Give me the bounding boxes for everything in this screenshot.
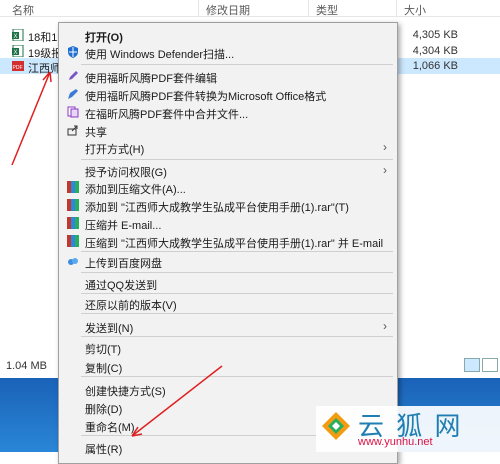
context-menu: 打开(O) 使用 Windows Defender扫描... 使用福昕风腾PDF… [58, 22, 398, 464]
menu-item-label: 上传到百度网盘 [85, 258, 162, 270]
menu-item-label: 剪切(T) [85, 344, 122, 356]
menu-item-send-via-qq[interactable]: 通过QQ发送到 [59, 273, 397, 293]
menu-item-baidu-upload[interactable]: 上传到百度网盘 [59, 251, 397, 271]
menu-separator [81, 64, 393, 65]
menu-item-defender-scan[interactable]: 使用 Windows Defender扫描... [59, 42, 397, 62]
submenu-chevron-icon: › [383, 163, 387, 177]
share-icon [67, 125, 78, 136]
menu-item-label: 属性(R) [85, 444, 123, 456]
menu-item-label: 还原以前的版本(V) [85, 300, 177, 312]
menu-item-label: 复制(C) [85, 363, 123, 375]
menu-item-label: 打开方式(H) [85, 144, 145, 156]
annotation-arrow-file [11, 71, 51, 166]
menu-item-label: 压缩到 "江西师大成教学生弘成平台使用手册(1).rar" 并 E-mail [85, 238, 384, 250]
file-size: 4,305 KB [412, 29, 458, 41]
cloud-icon [68, 258, 78, 265]
winrar-icon [67, 199, 79, 211]
menu-item-compress-email[interactable]: 压缩并 E-mail... [59, 213, 397, 233]
file-size: 1,066 KB [412, 60, 458, 72]
large-icons-view-button[interactable] [482, 358, 498, 372]
menu-item-create-shortcut[interactable]: 创建快捷方式(S) [59, 379, 397, 399]
excel-icon: X [12, 29, 24, 41]
menu-item-foxit-merge[interactable]: 在福昕风腾PDF套件中合并文件... [59, 102, 397, 122]
column-divider [308, 0, 309, 16]
watermark-logo-icon [322, 412, 350, 440]
pdf-icon: PDF [12, 61, 24, 71]
merge-icon [67, 106, 79, 118]
convert-icon [68, 89, 78, 99]
watermark: 云 狐 网 www.yunhu.net [316, 406, 500, 452]
svg-text:X: X [14, 50, 18, 56]
column-size[interactable]: 大小 [404, 2, 426, 18]
svg-text:X: X [14, 34, 18, 40]
status-selected-size: 1.04 MB [6, 360, 47, 372]
menu-separator [81, 313, 393, 314]
submenu-chevron-icon: › [383, 140, 387, 154]
column-type[interactable]: 类型 [316, 2, 338, 18]
column-name[interactable]: 名称 [12, 2, 34, 18]
column-header: 名称 修改日期 类型 大小 [0, 0, 500, 17]
winrar-icon [67, 217, 79, 229]
menu-item-cut[interactable]: 剪切(T) [59, 337, 397, 357]
menu-item-label: 重命名(M) [85, 422, 135, 434]
menu-item-compress-rar-email[interactable]: 压缩到 "江西师大成教学生弘成平台使用手册(1).rar" 并 E-mail [59, 231, 397, 251]
column-divider [396, 0, 397, 16]
menu-item-send-to[interactable]: 发送到(N) › [59, 316, 397, 336]
winrar-icon [67, 235, 79, 247]
menu-item-add-to-rar[interactable]: 添加到 "江西师大成教学生弘成平台使用手册(1).rar"(T) [59, 195, 397, 215]
details-view-button[interactable] [464, 358, 480, 372]
menu-item-label: 发送到(N) [85, 323, 134, 335]
menu-item-foxit-convert[interactable]: 使用福昕风腾PDF套件转换为Microsoft Office格式 [59, 84, 397, 104]
winrar-icon [67, 181, 79, 193]
file-size: 4,304 KB [412, 45, 458, 57]
watermark-url: www.yunhu.net [358, 436, 433, 448]
menu-item-open-with[interactable]: 打开方式(H) › [59, 137, 397, 157]
column-date[interactable]: 修改日期 [206, 2, 250, 18]
menu-item-label: 使用 Windows Defender扫描... [85, 49, 235, 61]
svg-text:PDF: PDF [13, 65, 23, 71]
defender-icon [68, 46, 78, 58]
menu-item-copy[interactable]: 复制(C) [59, 356, 397, 376]
submenu-chevron-icon: › [383, 319, 387, 333]
menu-separator [81, 376, 393, 377]
column-divider [198, 0, 199, 16]
menu-item-label: 通过QQ发送到 [85, 280, 158, 292]
edit-icon [69, 71, 78, 80]
menu-item-foxit-edit[interactable]: 使用福昕风腾PDF套件编辑 [59, 66, 397, 86]
menu-item-add-to-archive[interactable]: 添加到压缩文件(A)... [59, 177, 397, 197]
excel-icon: X [12, 45, 24, 57]
menu-item-restore-versions[interactable]: 还原以前的版本(V) [59, 293, 397, 313]
